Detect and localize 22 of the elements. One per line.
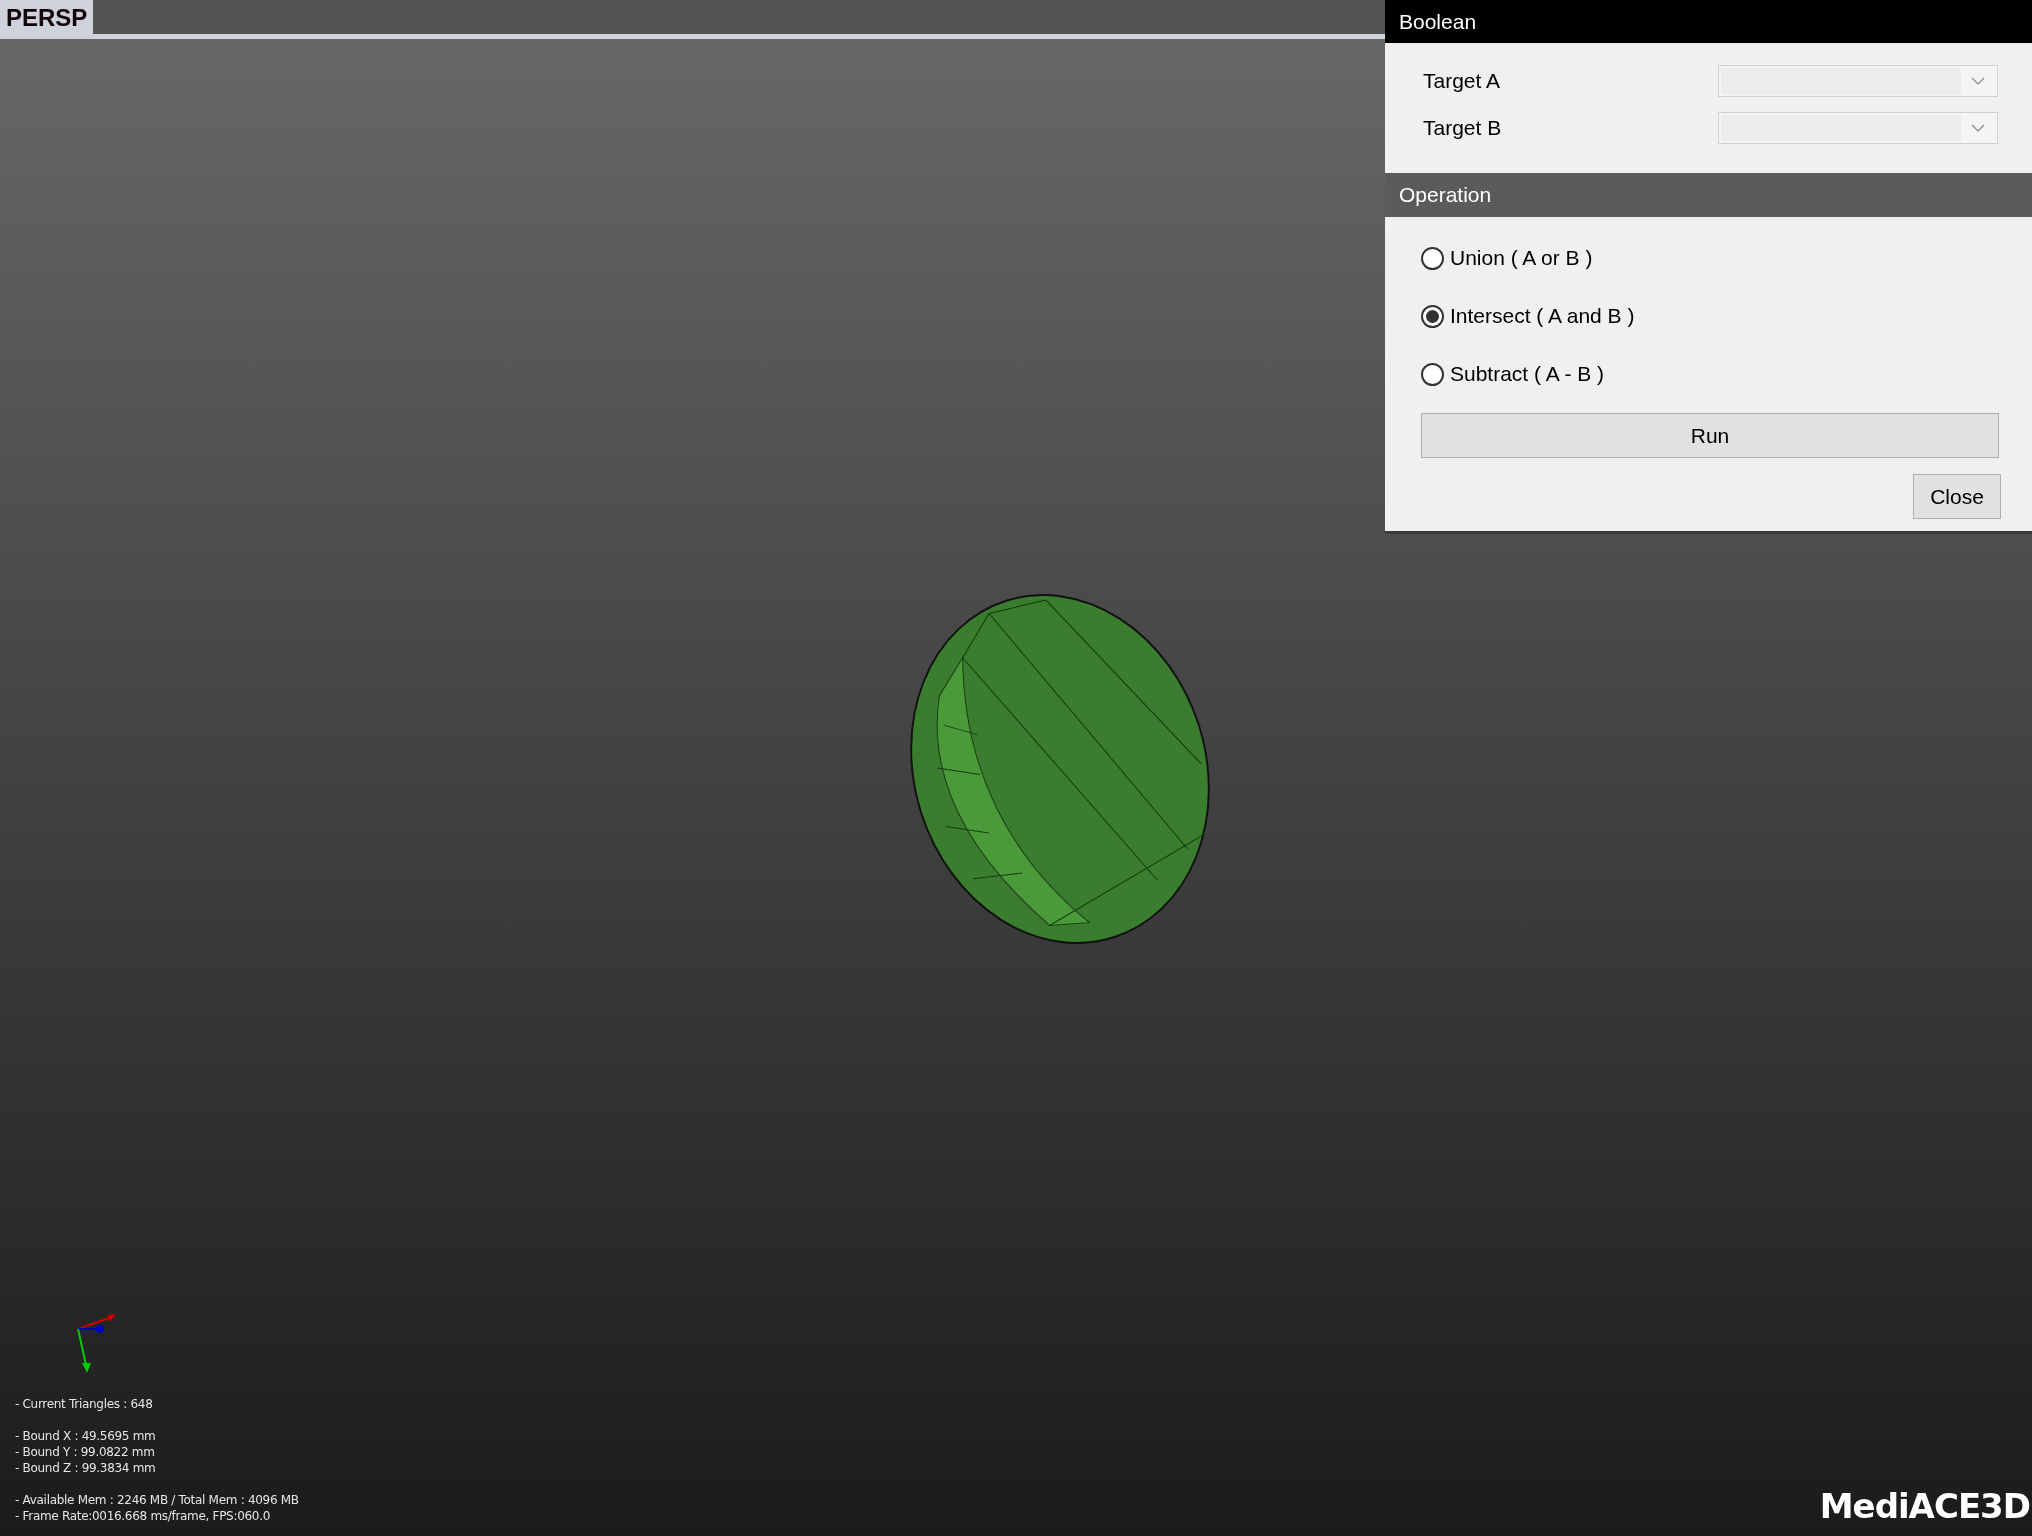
panel-title: Boolean (1385, 0, 2032, 43)
option-label[interactable]: Union ( A or B ) (1450, 246, 1593, 270)
option-label[interactable]: Intersect ( A and B ) (1450, 304, 1635, 328)
stats-text: - Available Mem : 2246 MB / Total Mem : 4096 MB (15, 1492, 299, 1508)
close-button[interactable]: Close (1913, 474, 2001, 519)
radio-button[interactable] (1421, 362, 1444, 386)
section-header: Operation (1385, 173, 2032, 217)
radio-button[interactable] (1421, 246, 1444, 270)
radio-button[interactable] (1421, 304, 1444, 328)
caret-icon (1971, 123, 1985, 132)
stats-text: - Bound Z : 99.3834 mm (15, 1460, 157, 1476)
caret-icon (1971, 76, 1985, 85)
target-label: Target A (1423, 68, 1501, 93)
logo-text: MediACE3D (1819, 1486, 2030, 1526)
option-label[interactable]: Subtract ( A - B ) (1450, 362, 1605, 386)
view-tab[interactable]: PERSP (0, 0, 94, 34)
stats-text: - Current Triangles : 648 (15, 1396, 154, 1412)
stats-text: - Bound Y : 99.0822 mm (15, 1444, 156, 1460)
target-label: Target B (1423, 115, 1502, 140)
stats-text: - Bound X : 49.5695 mm (15, 1428, 157, 1444)
run-button[interactable]: Run (1421, 413, 1999, 458)
stats-text: - Frame Rate:0016.668 ms/frame, FPS:060.0 (15, 1508, 272, 1524)
